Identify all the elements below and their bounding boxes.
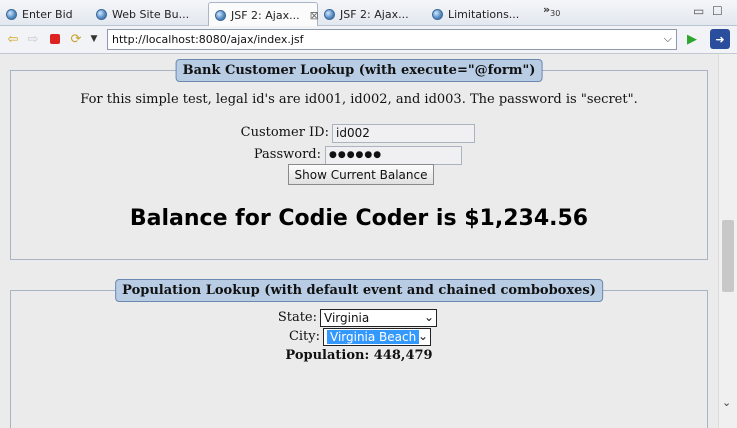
globe-icon <box>215 9 226 21</box>
tab-label: JSF 2: Ajax... <box>231 8 300 22</box>
open-external-icon[interactable]: ➜ <box>710 29 730 49</box>
globe-icon <box>432 8 443 20</box>
tab-limitations[interactable]: Limitations... <box>426 2 536 26</box>
minimize-icon[interactable]: ▭ <box>693 4 704 18</box>
back-arrow-icon[interactable]: ⇦ <box>5 31 21 47</box>
tab-label: JSF 2: Ajax... <box>340 7 409 21</box>
population-result: Population: 448,479 <box>285 348 433 363</box>
tab-label: Limitations... <box>448 7 520 21</box>
tab-overflow-button[interactable]: »30 <box>543 3 560 18</box>
show-balance-button[interactable]: Show Current Balance <box>288 164 434 185</box>
balance-result: Balance for Codie Coder is $1,234.56 <box>129 206 589 231</box>
chevron-down-icon: ⌄ <box>417 329 428 343</box>
tab-jsf2-ajax[interactable]: JSF 2: Ajax... <box>318 2 426 26</box>
customer-id-input[interactable]: id002 <box>332 124 475 143</box>
chevron-down-icon: ⌄ <box>423 310 434 324</box>
tab-overflow-count: 30 <box>550 9 561 19</box>
forward-arrow-icon[interactable]: ⇨ <box>25 31 41 47</box>
state-selected-value: Virginia <box>324 311 370 325</box>
population-lookup-legend: Population Lookup (with default event an… <box>115 279 603 302</box>
tab-web-site-bu[interactable]: Web Site Bu... <box>90 2 208 26</box>
tab-bar: Enter Bid Web Site Bu... JSF 2: Ajax... … <box>0 0 737 27</box>
go-icon[interactable]: ▶ <box>684 31 700 47</box>
chevron-down-icon[interactable]: ⌵ <box>664 32 672 46</box>
state-label: State: <box>277 310 317 325</box>
navigation-toolbar: ⇦ ⇨ ⟳ ▼ http://localhost:8080/ajax/index… <box>0 26 737 54</box>
url-field[interactable]: http://localhost:8080/ajax/index.jsf ⌵ <box>107 29 677 50</box>
scroll-down-icon[interactable]: ⌄ <box>722 396 731 409</box>
page-content: Bank Customer Lookup (with execute="@for… <box>0 54 718 428</box>
globe-icon <box>324 8 335 20</box>
tab-label: Web Site Bu... <box>112 7 190 21</box>
scrollbar-thumb[interactable] <box>722 220 734 292</box>
url-text: http://localhost:8080/ajax/index.jsf <box>112 33 304 46</box>
city-selected-value: Virginia Beach <box>327 330 420 344</box>
tab-jsf2-ajax-active[interactable]: JSF 2: Ajax... ⊠ <box>208 2 319 27</box>
maximize-icon[interactable]: ☐ <box>712 4 723 18</box>
customer-id-label: Customer ID: <box>240 125 329 140</box>
city-label: City: <box>288 329 320 344</box>
tab-enter-bid[interactable]: Enter Bid <box>0 2 90 26</box>
tab-label: Enter Bid <box>22 7 73 21</box>
stop-icon[interactable] <box>47 31 63 47</box>
chevron-down-icon[interactable]: ▼ <box>86 31 102 47</box>
globe-icon <box>96 8 107 20</box>
bank-lookup-legend: Bank Customer Lookup (with execute="@for… <box>175 59 543 82</box>
bank-instructions: For this simple test, legal id's are id0… <box>80 92 638 107</box>
population-lookup-panel: Population Lookup (with default event an… <box>10 279 708 428</box>
vertical-scrollbar[interactable]: ⌄ <box>718 54 737 428</box>
refresh-icon[interactable]: ⟳ <box>68 31 84 47</box>
bank-lookup-panel: Bank Customer Lookup (with execute="@for… <box>10 59 708 260</box>
password-label: Password: <box>253 147 321 162</box>
password-input[interactable]: ●●●●●● <box>325 146 462 165</box>
city-select[interactable]: Virginia Beach ⌄ <box>323 328 431 346</box>
state-select[interactable]: Virginia ⌄ <box>320 309 437 327</box>
globe-icon <box>6 8 17 20</box>
